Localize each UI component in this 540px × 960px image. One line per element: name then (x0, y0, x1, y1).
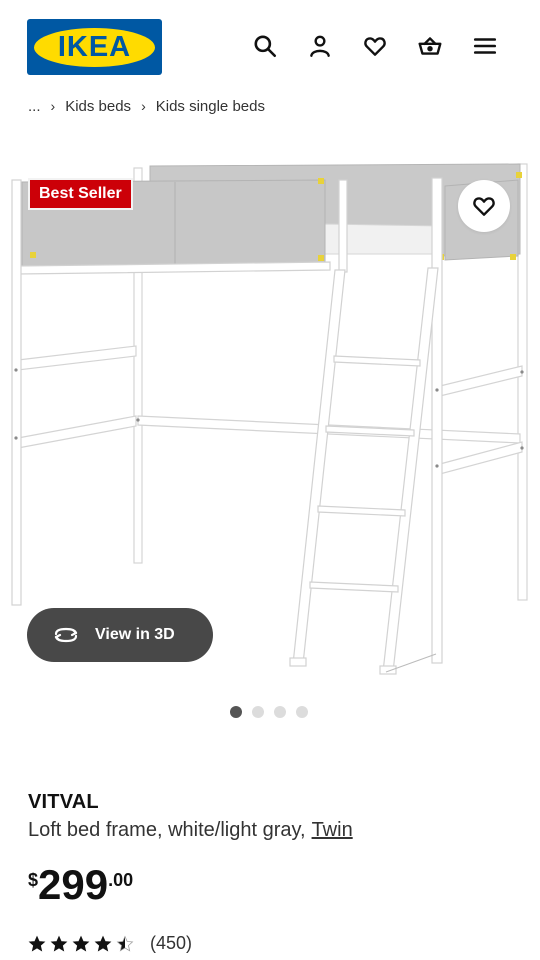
carousel-dot[interactable] (230, 706, 242, 718)
price-decimal: .00 (108, 870, 134, 890)
star-icon (72, 935, 90, 952)
breadcrumb-item-kids-single-beds[interactable]: Kids single beds (156, 98, 265, 115)
breadcrumb-item-kids-beds[interactable]: Kids beds (65, 98, 131, 115)
carousel-dots (230, 706, 308, 718)
breadcrumb-ellipsis[interactable]: ... (28, 98, 41, 115)
star-icon (116, 935, 134, 952)
best-seller-badge: Best Seller (28, 178, 133, 210)
heart-icon[interactable] (360, 31, 390, 61)
star-icon (28, 935, 46, 952)
breadcrumb: ... › Kids beds › Kids single beds (28, 96, 518, 116)
view-in-3d-label: View in 3D (95, 626, 175, 643)
view-in-3d-button[interactable]: View in 3D (27, 608, 213, 662)
review-count: (450) (150, 933, 193, 953)
product-description-text: Loft bed frame, white/light gray, (28, 819, 306, 841)
search-icon[interactable] (250, 31, 280, 61)
star-icon (50, 935, 68, 952)
add-to-wishlist-button[interactable] (458, 180, 510, 232)
logo-oval: IKEA (34, 27, 155, 67)
carousel-dot[interactable] (274, 706, 286, 718)
product-price: $ 299 .00 (28, 862, 133, 908)
carousel-dot[interactable] (296, 706, 308, 718)
product-name: VITVAL (28, 791, 99, 813)
ikea-logo[interactable]: IKEA (27, 19, 162, 75)
heart-icon (473, 197, 495, 216)
carousel-dot[interactable] (252, 706, 264, 718)
chevron-right-icon: › (50, 98, 56, 114)
account-icon[interactable] (305, 31, 335, 61)
product-rating[interactable]: (450) (28, 933, 192, 954)
rating-stars (28, 935, 134, 953)
price-currency: $ (28, 870, 39, 890)
price-integer: 299 (38, 861, 109, 908)
chevron-right-icon: › (141, 98, 146, 114)
basket-icon[interactable] (415, 31, 445, 61)
product-description: Loft bed frame, white/light gray, Twin (28, 819, 353, 842)
star-icon (94, 935, 112, 952)
logo-text: IKEA (57, 30, 132, 63)
menu-icon[interactable] (470, 31, 500, 61)
rotate-3d-icon (54, 627, 78, 643)
size-link[interactable]: Twin (312, 819, 353, 841)
header: IKEA (0, 0, 540, 92)
